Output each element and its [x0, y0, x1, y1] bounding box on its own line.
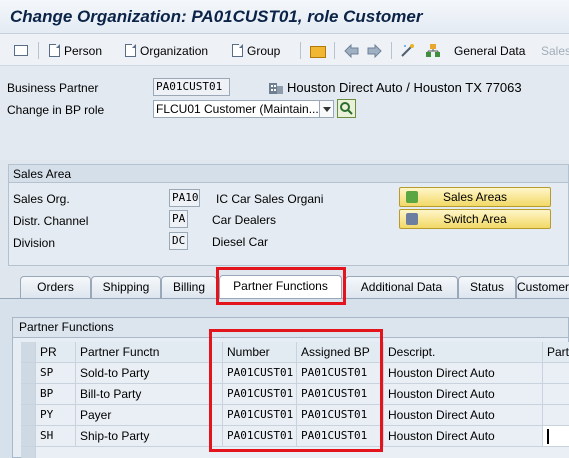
bp-role-label: Change in BP role — [7, 103, 105, 117]
check-icon — [406, 191, 418, 203]
column-header-partner[interactable]: Part — [543, 342, 569, 363]
building-icon — [268, 80, 284, 98]
tab-shipping[interactable]: Shipping — [91, 276, 161, 298]
column-header-descript[interactable]: Descript. — [384, 342, 543, 363]
partner-cell[interactable] — [543, 363, 569, 384]
partner-functn-cell: Payer — [76, 405, 223, 426]
title-bar: Change Organization: PA01CUST01, role Cu… — [0, 0, 569, 34]
tab-status[interactable]: Status — [458, 276, 516, 298]
pr-cell: SP — [36, 363, 76, 384]
description-cell: Houston Direct Auto — [384, 426, 543, 447]
forward-arrow-button[interactable] — [367, 42, 382, 59]
list-icon — [14, 45, 28, 56]
group-label: Group — [247, 43, 281, 58]
tab-billing[interactable]: Billing — [161, 276, 217, 298]
row-selector[interactable] — [21, 384, 36, 405]
tab-additional-data[interactable]: Additional Data — [345, 276, 458, 298]
highlight-box — [216, 267, 346, 305]
sales-org-field[interactable]: PA10 — [169, 189, 200, 207]
arrow-left-icon — [344, 43, 359, 58]
distr-channel-label: Distr. Channel — [13, 214, 89, 228]
magic-wand-icon — [401, 44, 414, 57]
tab-customer[interactable]: Customer — [516, 276, 569, 298]
partner-cell[interactable] — [543, 405, 569, 426]
document-icon — [125, 44, 136, 57]
description-cell: Houston Direct Auto — [384, 363, 543, 384]
general-data-button[interactable]: General Data — [454, 42, 525, 59]
magnifier-icon — [340, 102, 353, 115]
business-partner-label: Business Partner — [7, 81, 99, 95]
toolbar: Person Organization Group General Data S… — [0, 34, 569, 66]
row-selector[interactable] — [21, 426, 36, 447]
document-icon — [49, 44, 60, 57]
sales-org-description: IC Car Sales Organi — [216, 192, 324, 206]
business-partner-field[interactable]: PA01CUST01 — [153, 78, 230, 96]
select-all-cell[interactable] — [21, 342, 36, 363]
sales-areas-label: Sales Areas — [442, 190, 508, 204]
description-cell: Houston Direct Auto — [384, 405, 543, 426]
person-label: Person — [64, 43, 103, 58]
partner-cell[interactable] — [543, 426, 569, 447]
person-button[interactable]: Person — [49, 42, 102, 59]
switch-icon — [406, 213, 418, 225]
open-folder-button[interactable] — [310, 42, 330, 59]
sales-org-label: Sales Org. — [13, 192, 70, 206]
switch-area-label: Switch Area — [443, 212, 507, 226]
column-header-pr[interactable]: PR — [36, 342, 76, 363]
page-title: Change Organization: PA01CUST01, role Cu… — [10, 7, 423, 26]
bp-role-value: FLCU01 Customer (Maintain... — [156, 102, 319, 116]
partner-functn-cell: Bill-to Party — [76, 384, 223, 405]
business-partner-description: Houston Direct Auto / Houston TX 77063 — [287, 80, 522, 95]
relationships-button[interactable] — [425, 42, 441, 59]
distr-channel-field[interactable]: PA — [169, 210, 188, 228]
partner-functn-cell: Sold-to Party — [76, 363, 223, 384]
division-description: Diesel Car — [212, 235, 269, 249]
role-search-button[interactable] — [337, 99, 356, 118]
distr-channel-description: Car Dealers — [212, 213, 277, 227]
division-label: Division — [13, 236, 56, 250]
hierarchy-icon — [426, 44, 440, 57]
general-data-label: General Data — [454, 43, 526, 58]
pr-cell: SH — [36, 426, 76, 447]
folder-icon — [310, 45, 326, 58]
arrow-right-icon — [367, 43, 382, 58]
group-button[interactable]: Group — [232, 42, 280, 59]
pr-cell: PY — [36, 405, 76, 426]
tab-orders[interactable]: Orders — [20, 276, 91, 298]
row-selector[interactable] — [21, 405, 36, 426]
sales-button[interactable]: Sales — [541, 42, 569, 59]
partner-functn-cell: Ship-to Party — [76, 426, 223, 447]
sales-area-title: Sales Area — [9, 165, 568, 183]
column-header-partner-functn[interactable]: Partner Functn — [76, 342, 223, 363]
organization-button[interactable]: Organization — [125, 42, 208, 59]
sales-areas-button[interactable]: Sales Areas — [399, 187, 551, 207]
document-icon — [232, 44, 243, 57]
row-selector[interactable] — [21, 447, 36, 458]
sales-area-group: Sales Area Sales Org. PA10 IC Car Sales … — [8, 164, 569, 266]
organization-label: Organization — [140, 43, 209, 58]
sales-label: Sales — [541, 43, 569, 58]
pr-cell: BP — [36, 384, 76, 405]
partner-cell[interactable] — [543, 384, 569, 405]
row-selector[interactable] — [21, 363, 36, 384]
back-arrow-button[interactable] — [344, 42, 359, 59]
chevron-down-icon[interactable] — [319, 101, 333, 117]
highlight-box — [209, 329, 383, 452]
where-used-button[interactable] — [400, 42, 416, 59]
switch-area-button[interactable]: Switch Area — [399, 209, 551, 229]
header-section: Business Partner PA01CUST01 Houston Dire… — [0, 66, 569, 160]
division-field[interactable]: DC — [169, 232, 188, 250]
bp-role-select[interactable]: FLCU01 Customer (Maintain... — [153, 100, 334, 118]
text-cursor — [547, 429, 549, 444]
details-button[interactable] — [14, 42, 32, 59]
description-cell: Houston Direct Auto — [384, 384, 543, 405]
